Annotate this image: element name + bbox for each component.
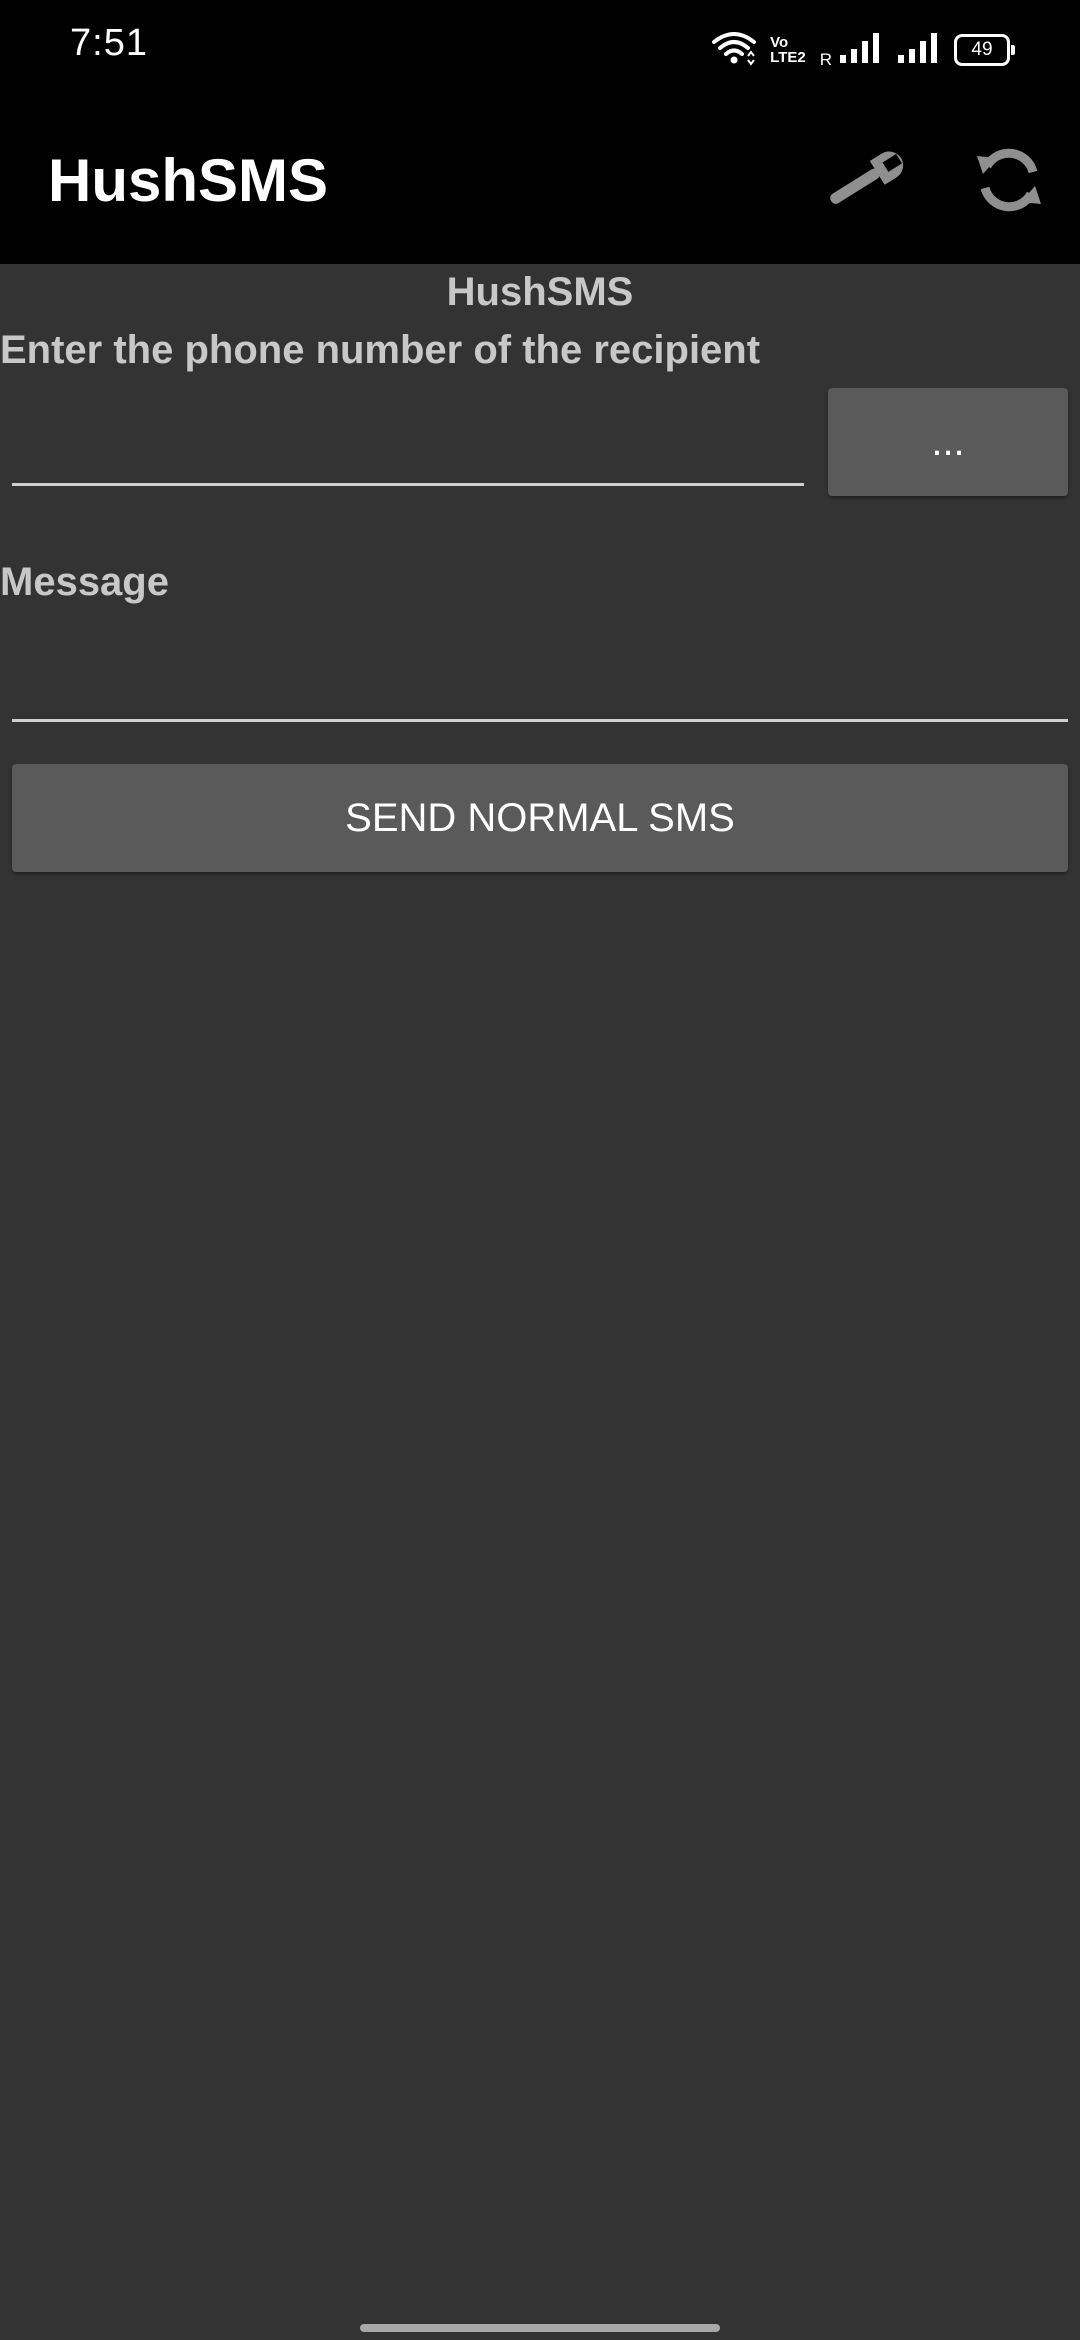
app-title: HushSMS — [48, 147, 329, 214]
volte-top-text: Vo — [770, 34, 789, 51]
signal-icon-2 — [896, 31, 940, 70]
status-time: 7:51 — [70, 22, 148, 64]
volte-icon: Vo LTE2 — [770, 35, 806, 65]
app-bar: HushSMS — [0, 98, 1080, 264]
contacts-picker-button[interactable]: ... — [828, 388, 1068, 496]
message-label: Message — [0, 560, 169, 604]
signal-icon — [838, 31, 882, 70]
volte-bottom-text: LTE2 — [770, 49, 806, 66]
battery-icon: 49 — [954, 34, 1015, 66]
status-icons: Vo LTE2 R 49 — [712, 28, 1015, 72]
refresh-button[interactable] — [961, 134, 1057, 230]
send-normal-sms-button[interactable]: SEND NORMAL SMS — [12, 764, 1068, 872]
phone-label: Enter the phone number of the recipient — [0, 328, 761, 372]
app-screen: 7:51 Vo LTE2 R 49 HushSMS HushSMS Enter … — [0, 0, 1080, 2340]
message-input[interactable] — [12, 626, 1068, 722]
phone-number-input[interactable] — [12, 390, 804, 486]
content-header: HushSMS — [446, 270, 634, 314]
roaming-indicator: R — [819, 50, 832, 69]
refresh-icon — [971, 142, 1047, 223]
home-indicator[interactable] — [360, 2324, 720, 2332]
wrench-icon — [819, 145, 909, 220]
status-bar: 7:51 Vo LTE2 R 49 — [0, 0, 1080, 98]
settings-button[interactable] — [816, 134, 912, 230]
wifi-icon — [712, 30, 757, 71]
